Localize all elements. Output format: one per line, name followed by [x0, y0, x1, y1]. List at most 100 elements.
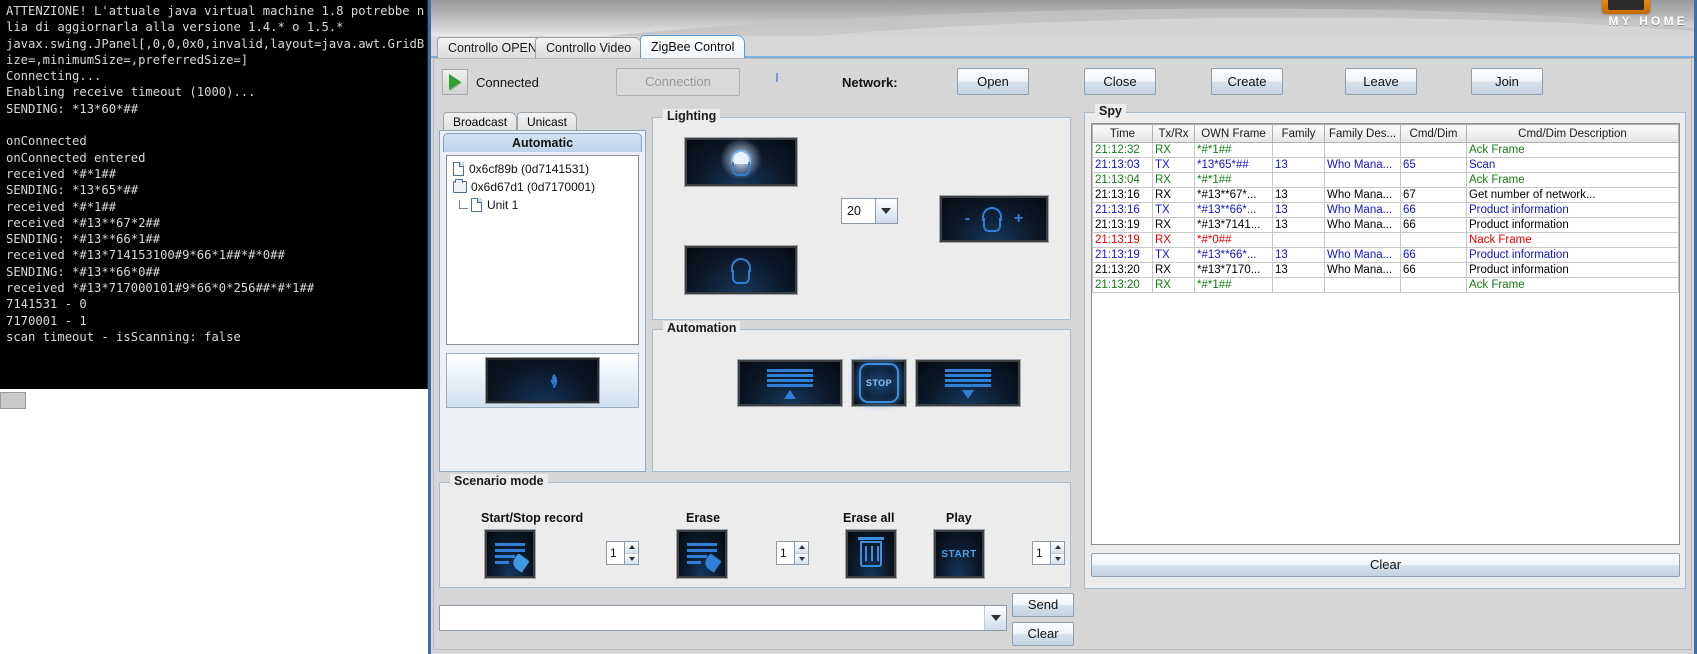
table-cell: 21:13:20 — [1092, 277, 1153, 293]
table-row[interactable]: 21:12:32 RX *#*1## Ack Frame — [1092, 142, 1679, 158]
erase-scenario-icon[interactable] — [676, 529, 728, 579]
table-row[interactable]: 21:13:19 TX *#13**66*... 13 Who Mana... 66 Pro… — [1092, 247, 1679, 263]
table-cell: RX — [1152, 262, 1195, 278]
table-row[interactable]: 21:13:20 RX *#13*7170... 13 Who Mana... 66 Pro… — [1092, 262, 1679, 278]
tab-controllo-video[interactable]: Controllo Video — [535, 37, 643, 58]
table-cell: Ack Frame — [1466, 142, 1679, 158]
spinner-up-icon[interactable] — [1051, 542, 1064, 554]
spy-group: Spy Time Tx/Rx OWN Frame Family Family Des..… — [1084, 104, 1686, 589]
lamp-off-icon[interactable] — [684, 245, 798, 295]
command-input-combo[interactable] — [439, 605, 1007, 631]
spy-column-header[interactable]: Cmd/Dim Description — [1466, 124, 1679, 143]
tab-broadcast[interactable]: Broadcast — [443, 112, 518, 131]
start-icon[interactable]: START — [933, 529, 985, 579]
folder-icon — [453, 179, 467, 193]
table-row[interactable]: 21:13:20 RX *#*1## Ack Frame — [1092, 277, 1679, 293]
table-row[interactable]: 21:13:19 RX *#13*7141... 13 Who Mana... 66 Pro… — [1092, 217, 1679, 233]
command-input[interactable] — [440, 606, 984, 630]
scenario-record-label: Start/Stop record — [481, 511, 584, 525]
table-cell: 66 — [1400, 247, 1467, 263]
table-cell: *#13*7141... — [1194, 217, 1273, 233]
table-cell: 13 — [1272, 202, 1325, 218]
shutter-down-icon[interactable] — [915, 359, 1021, 407]
table-cell: 21:13:19 — [1092, 232, 1153, 248]
shutter-up-icon[interactable] — [737, 359, 843, 407]
selector-tab-strip: Broadcast Unicast — [439, 112, 646, 131]
spy-column-header[interactable]: OWN Frame — [1194, 124, 1273, 143]
spy-column-header[interactable]: Family Des... — [1324, 124, 1401, 143]
network-join-button[interactable]: Join — [1471, 68, 1543, 95]
list-item[interactable]: 0x6d67d1 (0d7170001) — [447, 178, 638, 196]
tab-zigbee-control[interactable]: ZigBee Control — [640, 35, 746, 58]
tab-automatic[interactable]: Automatic — [443, 133, 642, 152]
stop-label: STOP — [859, 363, 899, 403]
table-row[interactable]: 21:13:04 RX *#*1## Ack Frame — [1092, 172, 1679, 188]
send-button[interactable]: Send — [1012, 593, 1074, 617]
table-cell: 66 — [1400, 202, 1467, 218]
play-spinner-value: 1 — [1036, 546, 1043, 560]
table-cell: 21:13:04 — [1092, 172, 1153, 188]
network-create-button[interactable]: Create — [1211, 68, 1283, 95]
table-row[interactable]: 21:13:03 TX *13*65*## 13 Who Mana... 65 Scan — [1092, 157, 1679, 173]
table-cell: 13 — [1272, 262, 1325, 278]
spy-column-header[interactable]: Family — [1272, 124, 1325, 143]
tab-unicast[interactable]: Unicast — [517, 112, 578, 131]
spinner-down-icon[interactable] — [625, 553, 638, 564]
table-cell: 21:13:16 — [1092, 187, 1153, 203]
clear-spy-button[interactable]: Clear — [1091, 553, 1680, 577]
record-scenario-icon[interactable] — [484, 529, 536, 579]
table-cell — [1324, 172, 1401, 188]
connection-button[interactable]: Connection — [616, 68, 740, 96]
trash-icon[interactable] — [845, 529, 897, 579]
chevron-down-icon[interactable] — [984, 606, 1006, 630]
stop-icon[interactable]: STOP — [851, 359, 907, 407]
spy-title: Spy — [1095, 104, 1126, 118]
spy-column-header[interactable]: Tx/Rx — [1152, 124, 1195, 143]
chevron-down-icon[interactable] — [874, 199, 897, 223]
spinner-down-icon[interactable] — [795, 553, 808, 564]
spy-table-container[interactable]: Time Tx/Rx OWN Frame Family Family Des... Cmd… — [1091, 123, 1680, 545]
list-item[interactable]: 0x6cf89b (0d7141531) — [447, 160, 638, 178]
signal-wave-icon[interactable] — [485, 357, 600, 404]
table-cell: *#*1## — [1194, 142, 1273, 158]
erase-scenario-spinner[interactable]: 1 — [776, 541, 809, 565]
table-cell: Nack Frame — [1466, 232, 1679, 248]
tab-controllo-open[interactable]: Controllo OPEN — [437, 37, 548, 58]
device-tree[interactable]: 0x6cf89b (0d7141531) 0x6d67d1 (0d7170001… — [446, 155, 639, 345]
table-cell: Get number of network... — [1466, 187, 1679, 203]
spy-table-header[interactable]: Time Tx/Rx OWN Frame Family Family Des... Cmd… — [1092, 124, 1679, 143]
target-selector-panel: Broadcast Unicast Automatic 0x6cf89b (0d… — [439, 112, 646, 472]
zigbee-content-pane: Connected Connection Network: Open Close… — [433, 58, 1692, 650]
tree-elbow — [459, 200, 468, 209]
lamp-on-icon[interactable] — [684, 137, 798, 187]
table-row[interactable]: 21:13:16 RX *#13**67*... 13 Who Mana... 67 Get… — [1092, 187, 1679, 203]
clear-command-button[interactable]: Clear — [1012, 622, 1074, 646]
table-cell: *#*1## — [1194, 172, 1273, 188]
network-close-button[interactable]: Close — [1084, 68, 1156, 95]
main-tab-strip: Controllo OPEN Controllo Video ZigBee Co… — [431, 35, 1694, 58]
play-scenario-spinner[interactable]: 1 — [1032, 541, 1065, 565]
spy-table-body[interactable]: 21:12:32 RX *#*1## Ack Frame 21:13:03 TX *13*6… — [1092, 142, 1679, 293]
table-cell — [1272, 277, 1325, 293]
table-cell: 66 — [1400, 217, 1467, 233]
table-row[interactable]: 21:13:19 RX *#*0## Nack Frame — [1092, 232, 1679, 248]
table-row[interactable]: 21:13:16 TX *#13**66*... 13 Who Mana... 66 Pro… — [1092, 202, 1679, 218]
dimmer-plus-label: + — [1013, 210, 1024, 227]
network-open-button[interactable]: Open — [957, 68, 1029, 95]
spinner-down-icon[interactable] — [1051, 553, 1064, 564]
record-scenario-spinner[interactable]: 1 — [606, 541, 639, 565]
table-cell: RX — [1152, 187, 1195, 203]
table-cell: TX — [1152, 202, 1195, 218]
taskbar-stub[interactable] — [0, 392, 26, 409]
network-leave-button[interactable]: Leave — [1345, 68, 1417, 95]
spinner-up-icon[interactable] — [625, 542, 638, 554]
lamp-dimmer-icon[interactable]: - + — [939, 195, 1049, 243]
spy-column-header[interactable]: Time — [1092, 124, 1153, 143]
list-item[interactable]: Unit 1 — [447, 196, 638, 214]
spinner-up-icon[interactable] — [795, 542, 808, 554]
lighting-level-select[interactable]: 20 — [841, 198, 898, 224]
table-cell: RX — [1152, 172, 1195, 188]
spy-column-header[interactable]: Cmd/Dim — [1400, 124, 1467, 143]
table-cell: *#*0## — [1194, 232, 1273, 248]
table-cell: RX — [1152, 232, 1195, 248]
